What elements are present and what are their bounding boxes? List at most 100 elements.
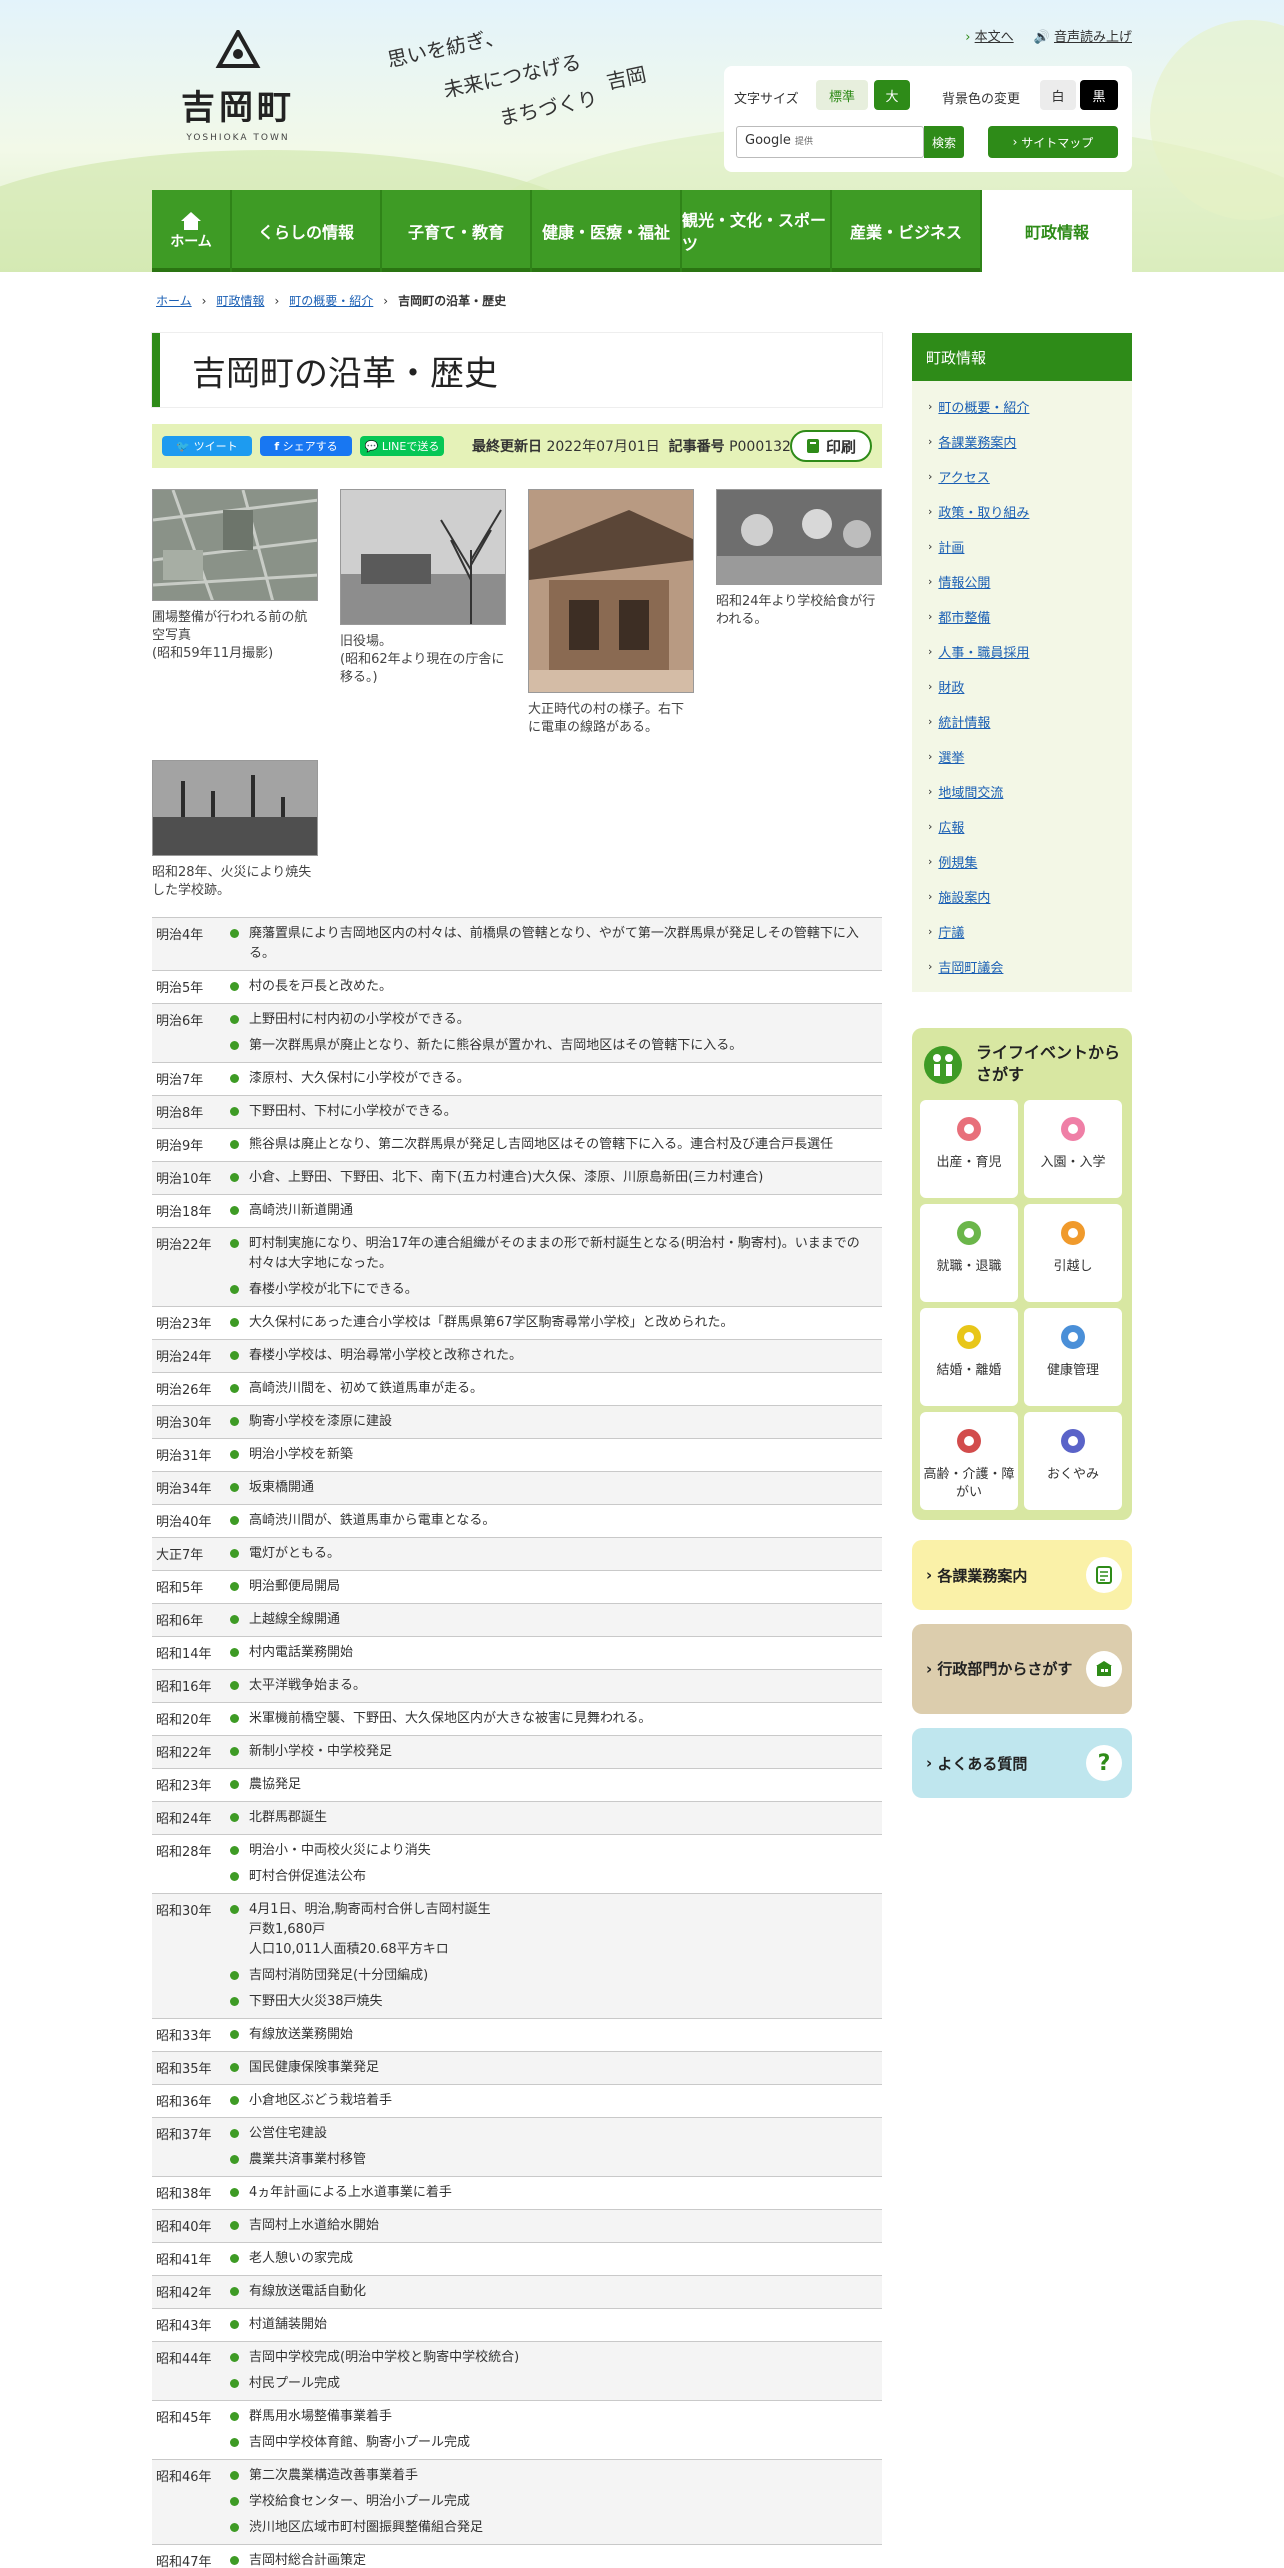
sidebar-item-link[interactable]: 広報: [938, 817, 964, 836]
nav-childcare-education[interactable]: 子育て・教育: [382, 190, 532, 272]
nav-industry-business[interactable]: 産業・ビジネス: [832, 190, 982, 272]
sidebar-item[interactable]: › 統計情報: [928, 704, 1132, 739]
sidebar-item-link[interactable]: 地域間交流: [938, 782, 1003, 801]
life-event-item[interactable]: おくやみ: [1024, 1412, 1122, 1510]
nav-town-government[interactable]: 町政情報: [982, 190, 1132, 272]
search-input[interactable]: Google 提供: [736, 126, 924, 158]
sitemap-button[interactable]: › サイトマップ: [988, 126, 1118, 158]
breadcrumb-town-overview[interactable]: 町の概要・紹介: [289, 292, 373, 309]
sidebar-item-link[interactable]: 財政: [938, 677, 964, 696]
tweet-button[interactable]: 🐦 ツイート: [162, 436, 252, 456]
sidebar-item[interactable]: › 地域間交流: [928, 774, 1132, 809]
sidebar-item-link[interactable]: 庁議: [938, 922, 964, 941]
sidebar-item[interactable]: › アクセス: [928, 459, 1132, 494]
sidebar-item-link[interactable]: 各課業務案内: [938, 432, 1016, 451]
sidebar-item[interactable]: › 政策・取り組み: [928, 494, 1132, 529]
read-aloud-link[interactable]: 🔊 音声読み上げ: [1034, 26, 1132, 45]
sidebar-item[interactable]: › 各課業務案内: [928, 424, 1132, 459]
question-icon: ?: [1086, 1745, 1122, 1781]
bullet-icon: [230, 1107, 239, 1116]
life-event-label: 健康管理: [1046, 1363, 1099, 1378]
sidebar-item[interactable]: › 人事・職員採用: [928, 634, 1132, 669]
sidebar-item-link[interactable]: 都市整備: [938, 607, 990, 626]
sidebar-item-link[interactable]: 統計情報: [938, 712, 990, 731]
bullet-icon: [230, 1714, 239, 1723]
sidebar-item-link[interactable]: 政策・取り組み: [938, 502, 1029, 521]
sidebar-item[interactable]: › 施設案内: [928, 879, 1132, 914]
photo-old-office: 旧役場。 (昭和62年より現在の庁舎に移る。): [340, 489, 507, 687]
faq-button[interactable]: › よくある質問 ?: [912, 1728, 1132, 1798]
event-text: 村の長を戸長と改めた。: [249, 979, 393, 994]
table-row: 昭和14年 村内電話業務開始: [152, 1637, 882, 1670]
sidebar-item[interactable]: › 吉岡町議会: [928, 949, 1132, 984]
font-size-standard-button[interactable]: 標準: [816, 80, 868, 110]
sidebar-item-link[interactable]: 施設案内: [938, 887, 990, 906]
event-item: 吉岡中学校完成(明治中学校と駒寄中学校統合): [230, 2345, 882, 2371]
sidebar-item[interactable]: › 情報公開: [928, 564, 1132, 599]
sidebar-item[interactable]: › 例規集: [928, 844, 1132, 879]
line-share-button[interactable]: 💬 LINEで送る: [360, 436, 444, 456]
skip-to-content-link[interactable]: › 本文へ: [965, 26, 1013, 45]
life-event-item[interactable]: 引越し: [1024, 1204, 1122, 1302]
life-event-item[interactable]: 就職・退職: [920, 1204, 1018, 1302]
table-row: 明治5年 村の長を戸長と改めた。: [152, 971, 882, 1004]
facebook-share-button[interactable]: f シェアする: [260, 436, 352, 456]
photo-caption: 旧役場。 (昭和62年より現在の庁舎に移る。): [340, 634, 505, 685]
dept-guide-button[interactable]: › 各課業務案内: [912, 1540, 1132, 1610]
sidebar-item[interactable]: › 広報: [928, 809, 1132, 844]
table-row: 昭和35年 国民健康保険事業発足: [152, 2052, 882, 2085]
bullet-icon: [230, 982, 239, 991]
breadcrumb-home[interactable]: ホーム: [156, 292, 192, 309]
site-logo[interactable]: 吉岡町 YOSHIOKA TOWN: [168, 27, 308, 143]
sidebar-item-link[interactable]: 選挙: [938, 747, 964, 766]
event-item: 米軍機前橋空襲、下野田、大久保地区内が大きな被害に見舞われる。: [230, 1706, 882, 1732]
updated-label: 最終更新日: [472, 439, 542, 455]
life-event-item[interactable]: 入園・入学: [1024, 1100, 1122, 1198]
bullet-icon: [230, 1417, 239, 1426]
life-event-item[interactable]: 結婚・離婚: [920, 1308, 1018, 1406]
sidebar-item-link[interactable]: 人事・職員採用: [938, 642, 1029, 661]
read-aloud-text[interactable]: 音声読み上げ: [1054, 30, 1132, 45]
life-event-item[interactable]: 出産・育児: [920, 1100, 1018, 1198]
sidebar-item-link[interactable]: 例規集: [938, 852, 977, 871]
admin-dept-button[interactable]: › 行政部門からさがす: [912, 1624, 1132, 1714]
faq-label: よくある質問: [937, 1754, 1028, 1773]
table-row: 明治24年 春楼小学校は、明治尋常小学校と改称された。: [152, 1340, 882, 1373]
sidebar-item-link[interactable]: 計画: [938, 537, 964, 556]
search-button[interactable]: 検索: [924, 126, 964, 158]
nav-home[interactable]: ホーム: [152, 190, 232, 272]
sidebar-item[interactable]: › 町の概要・紹介: [928, 389, 1132, 424]
bullet-icon: [230, 2063, 239, 2072]
sidebar-item[interactable]: › 選挙: [928, 739, 1132, 774]
sidebar-item-link[interactable]: 吉岡町議会: [938, 957, 1003, 976]
print-button[interactable]: 印刷: [790, 430, 872, 462]
sidebar-item[interactable]: › 庁議: [928, 914, 1132, 949]
sidebar-item-link[interactable]: アクセス: [938, 467, 989, 486]
bullet-icon: [230, 1140, 239, 1149]
life-event-item[interactable]: 健康管理: [1024, 1308, 1122, 1406]
sidebar-item[interactable]: › 財政: [928, 669, 1132, 704]
nav-living[interactable]: くらしの情報: [232, 190, 382, 272]
skip-link-text[interactable]: 本文へ: [975, 30, 1014, 45]
sidebar-item[interactable]: › 都市整備: [928, 599, 1132, 634]
life-event-label: 結婚・離婚: [936, 1363, 1002, 1378]
background-white-button[interactable]: 白: [1040, 80, 1076, 110]
chevron-right-icon: ›: [928, 785, 933, 798]
font-size-large-button[interactable]: 大: [874, 80, 910, 110]
chevron-right-icon: ›: [928, 855, 933, 868]
sidebar-item-link[interactable]: 町の概要・紹介: [938, 397, 1029, 416]
sidebar-item[interactable]: › 計画: [928, 529, 1132, 564]
sidebar-item-link[interactable]: 情報公開: [938, 572, 990, 591]
event-item: 4月1日、明治,駒寄両村合併し吉岡村誕生 戸数1,680戸 人口10,011人面…: [230, 1897, 882, 1963]
background-black-button[interactable]: 黒: [1080, 80, 1118, 110]
bullet-icon: [230, 2320, 239, 2329]
table-row: 昭和5年 明治郵便局開局: [152, 1571, 882, 1604]
nav-tourism-culture[interactable]: 観光・文化・スポーツ: [682, 190, 832, 272]
nav-health-welfare[interactable]: 健康・医療・福祉: [532, 190, 682, 272]
event-text: 農協発足: [249, 1777, 302, 1792]
breadcrumb-town-government[interactable]: 町政情報: [216, 292, 264, 309]
life-event-item[interactable]: 高齢・介護・障がい: [920, 1412, 1018, 1510]
event-item: 村民プール完成: [230, 2371, 882, 2397]
bullet-icon: [230, 2438, 239, 2447]
event-text: 有線放送電話自動化: [249, 2284, 367, 2299]
